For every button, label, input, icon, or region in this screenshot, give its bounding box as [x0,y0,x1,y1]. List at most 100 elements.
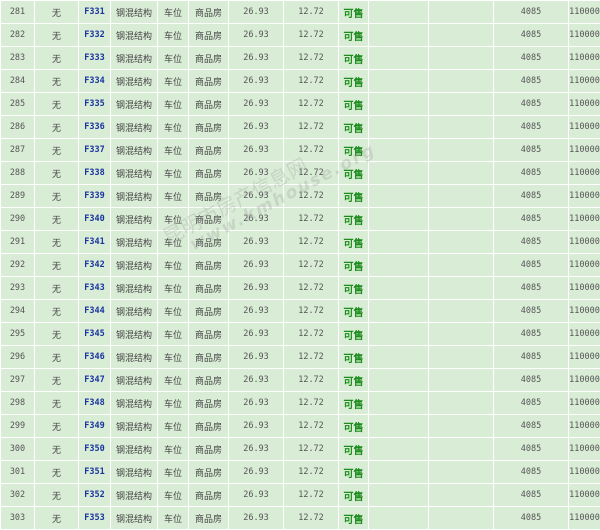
unit-area-cell: 12.72 [284,139,339,162]
empty-cell [369,47,429,70]
total-price-cell: 110000 [569,116,600,139]
room-number-link[interactable]: F351 [79,461,111,484]
house-type-cell: 商品房 [189,162,229,185]
sale-status-cell: 可售 [339,300,369,323]
usage-cell: 车位 [158,300,189,323]
house-type-cell: 商品房 [189,116,229,139]
table-body: 281无F331钢混结构车位商品房26.9312.72可售40851100002… [1,1,600,530]
room-number-link[interactable]: F345 [79,323,111,346]
house-type-cell: 商品房 [189,392,229,415]
room-number-link[interactable]: F334 [79,70,111,93]
room-number-link[interactable]: F346 [79,346,111,369]
sale-status-cell: 可售 [339,369,369,392]
empty-cell [369,507,429,530]
unit-price-cell: 4085 [494,484,569,507]
floor-cell: 无 [35,24,79,47]
usage-cell: 车位 [158,116,189,139]
unit-area-cell: 12.72 [284,254,339,277]
room-number-link[interactable]: F340 [79,208,111,231]
floor-cell: 无 [35,461,79,484]
unit-area-cell: 12.72 [284,185,339,208]
house-type-cell: 商品房 [189,438,229,461]
usage-cell: 车位 [158,24,189,47]
room-number-link[interactable]: F349 [79,415,111,438]
sale-status-cell: 可售 [339,484,369,507]
empty-cell [369,300,429,323]
sale-status-cell: 可售 [339,392,369,415]
room-number-link[interactable]: F332 [79,24,111,47]
room-number-link[interactable]: F344 [79,300,111,323]
table-row: 303无F353钢混结构车位商品房26.9312.72可售4085110000 [1,507,600,530]
house-type-cell: 商品房 [189,484,229,507]
structure-cell: 钢混结构 [111,392,158,415]
sale-status-cell: 可售 [339,346,369,369]
total-price-cell: 110000 [569,254,600,277]
room-number-link[interactable]: F341 [79,231,111,254]
house-type-cell: 商品房 [189,231,229,254]
unit-price-cell: 4085 [494,70,569,93]
building-area-cell: 26.93 [229,162,284,185]
table-row: 294无F344钢混结构车位商品房26.9312.72可售4085110000 [1,300,600,323]
structure-cell: 钢混结构 [111,254,158,277]
usage-cell: 车位 [158,461,189,484]
row-number-cell: 293 [1,277,35,300]
empty-cell [429,162,494,185]
unit-area-cell: 12.72 [284,277,339,300]
floor-cell: 无 [35,231,79,254]
room-number-link[interactable]: F353 [79,507,111,530]
sale-status-cell: 可售 [339,162,369,185]
table-row: 285无F335钢混结构车位商品房26.9312.72可售4085110000 [1,93,600,116]
unit-area-cell: 12.72 [284,507,339,530]
building-area-cell: 26.93 [229,277,284,300]
floor-cell: 无 [35,185,79,208]
sale-status-cell: 可售 [339,415,369,438]
house-type-cell: 商品房 [189,507,229,530]
structure-cell: 钢混结构 [111,70,158,93]
table-row: 287无F337钢混结构车位商品房26.9312.72可售4085110000 [1,139,600,162]
unit-price-cell: 4085 [494,300,569,323]
unit-area-cell: 12.72 [284,70,339,93]
floor-cell: 无 [35,415,79,438]
room-number-link[interactable]: F331 [79,1,111,24]
row-number-cell: 289 [1,185,35,208]
row-number-cell: 283 [1,47,35,70]
usage-cell: 车位 [158,346,189,369]
usage-cell: 车位 [158,47,189,70]
empty-cell [429,1,494,24]
row-number-cell: 296 [1,346,35,369]
empty-cell [369,323,429,346]
room-number-link[interactable]: F336 [79,116,111,139]
unit-area-cell: 12.72 [284,369,339,392]
room-number-link[interactable]: F335 [79,93,111,116]
room-number-link[interactable]: F342 [79,254,111,277]
building-area-cell: 26.93 [229,323,284,346]
unit-price-cell: 4085 [494,392,569,415]
table-row: 301无F351钢混结构车位商品房26.9312.72可售4085110000 [1,461,600,484]
room-number-link[interactable]: F339 [79,185,111,208]
room-number-link[interactable]: F338 [79,162,111,185]
sale-status-cell: 可售 [339,1,369,24]
sale-status-cell: 可售 [339,24,369,47]
room-number-link[interactable]: F333 [79,47,111,70]
empty-cell [369,231,429,254]
sale-status-cell: 可售 [339,139,369,162]
room-number-link[interactable]: F337 [79,139,111,162]
building-area-cell: 26.93 [229,93,284,116]
room-number-link[interactable]: F350 [79,438,111,461]
building-area-cell: 26.93 [229,24,284,47]
structure-cell: 钢混结构 [111,415,158,438]
row-number-cell: 294 [1,300,35,323]
table-row: 299无F349钢混结构车位商品房26.9312.72可售4085110000 [1,415,600,438]
room-number-link[interactable]: F348 [79,392,111,415]
empty-cell [369,392,429,415]
floor-cell: 无 [35,116,79,139]
empty-cell [429,438,494,461]
room-number-link[interactable]: F347 [79,369,111,392]
usage-cell: 车位 [158,507,189,530]
house-type-cell: 商品房 [189,47,229,70]
room-number-link[interactable]: F352 [79,484,111,507]
row-number-cell: 302 [1,484,35,507]
unit-area-cell: 12.72 [284,24,339,47]
room-number-link[interactable]: F343 [79,277,111,300]
table-row: 291无F341钢混结构车位商品房26.9312.72可售4085110000 [1,231,600,254]
